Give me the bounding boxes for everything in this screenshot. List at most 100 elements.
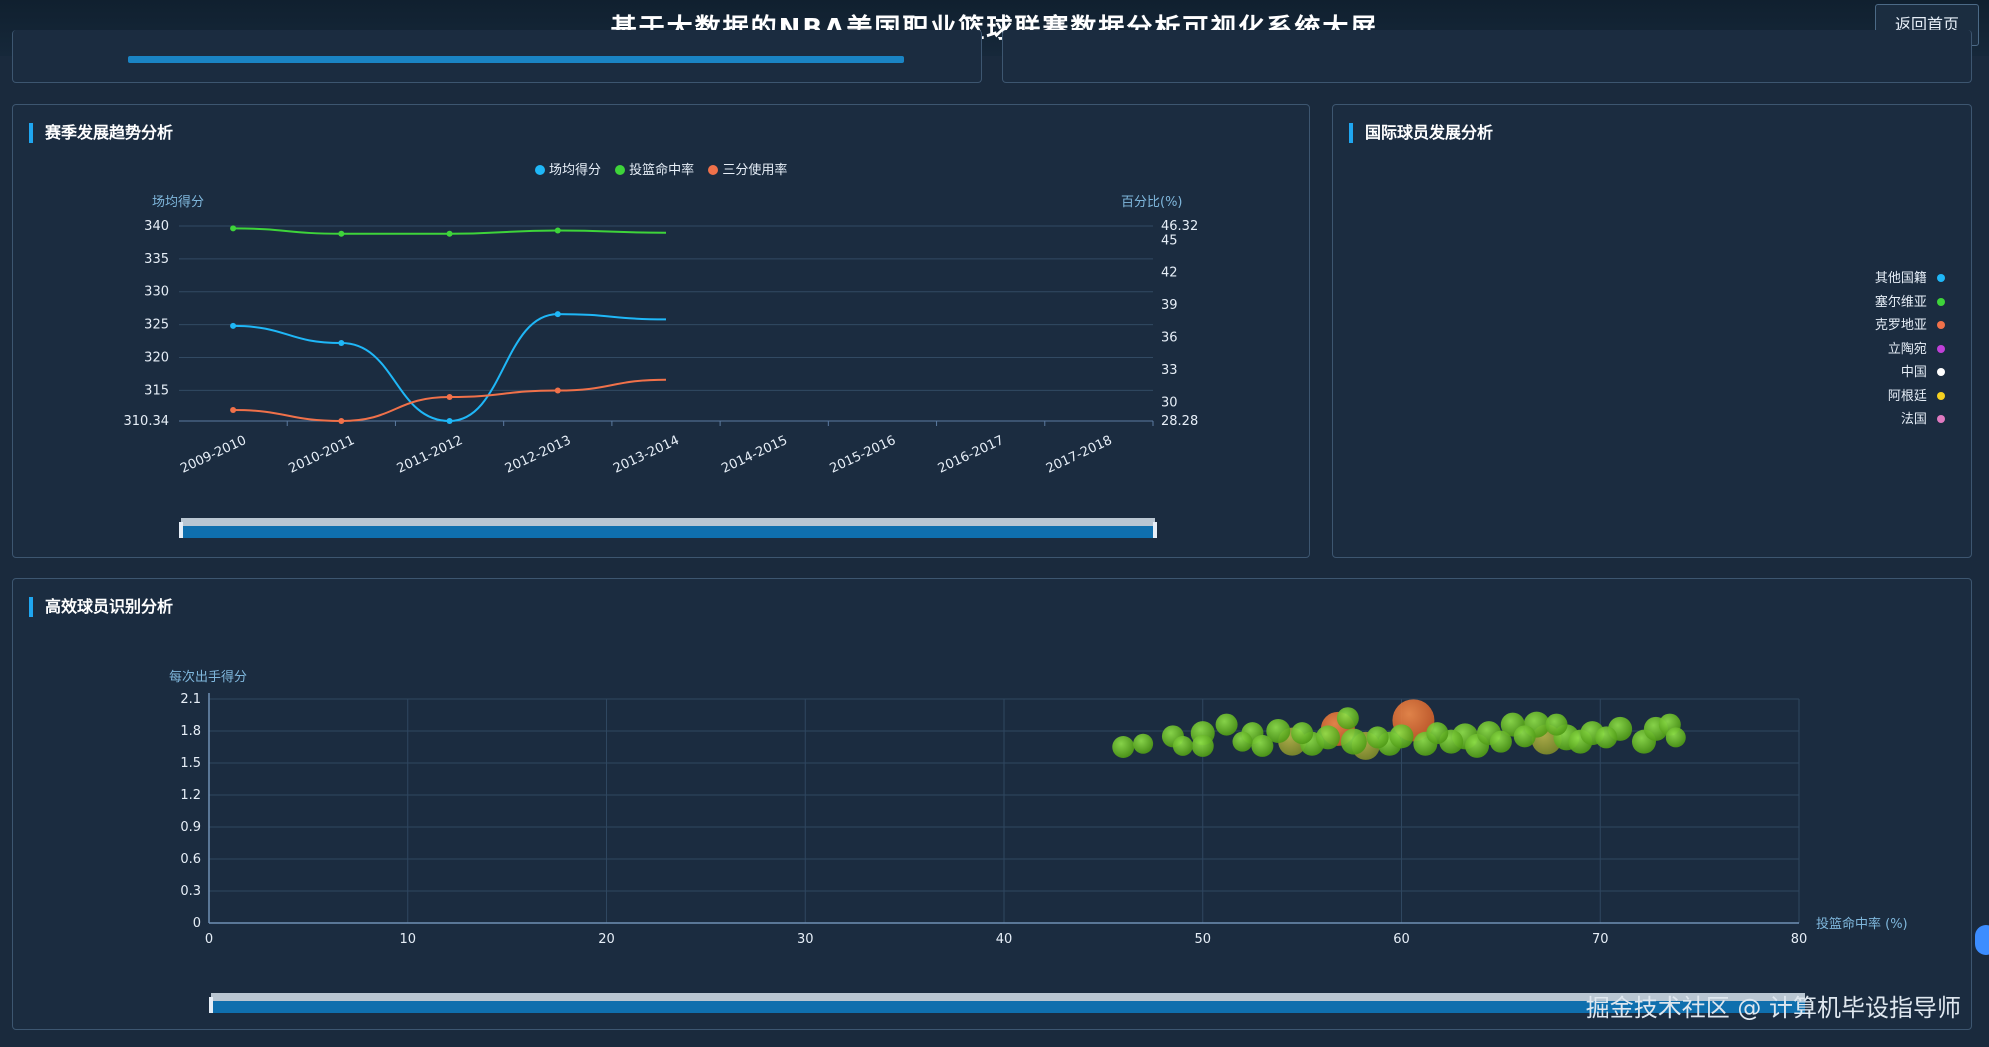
legend-item-other[interactable]: 其他国籍 bbox=[1875, 267, 1945, 291]
legend-item-argentina[interactable]: 阿根廷 bbox=[1875, 385, 1945, 409]
scatter-point bbox=[1545, 713, 1568, 736]
season-trend-chart: 场均得分 百分比(%) 340 335 330 325 320 315 310.34 46.… bbox=[124, 194, 1199, 477]
scatter-point bbox=[1340, 728, 1367, 755]
legend-dot-argentina bbox=[1937, 391, 1945, 400]
trend-left-ticks: 340 335 330 325 320 315 310.34 bbox=[124, 219, 170, 429]
scatter-datazoom[interactable] bbox=[209, 993, 1805, 1015]
scatter-y-tick-label: 0.3 bbox=[180, 884, 201, 899]
scatter-point bbox=[1595, 726, 1618, 749]
international-panel: 国际球员发展分析 其他国籍 塞尔维亚 克罗地亚 立陶宛 中国 阿根廷 法国 bbox=[1332, 104, 1972, 558]
scatter-point bbox=[1215, 713, 1238, 736]
watermark: 掘金技术社区 @ 计算机毕设指导师 bbox=[1585, 994, 1961, 1022]
trend-grid bbox=[179, 225, 1153, 422]
trend-right-tick-label: 28.28 bbox=[1161, 414, 1198, 429]
trend-left-axis-name: 场均得分 bbox=[152, 194, 204, 210]
scatter-x-tick-label: 10 bbox=[399, 932, 416, 947]
trend-x-tick-label: 2012-2013 bbox=[503, 433, 574, 477]
scatter-point bbox=[1172, 735, 1193, 756]
side-scroll-handle[interactable] bbox=[1975, 925, 1989, 955]
scatter-y-tick-label: 1.2 bbox=[180, 788, 201, 803]
trend-left-tick-label: 325 bbox=[144, 318, 169, 333]
scatter-point bbox=[1251, 734, 1274, 757]
trend-left-tick-label: 335 bbox=[144, 252, 169, 267]
legend-label-france: 法国 bbox=[1900, 412, 1927, 427]
legend-dot-france bbox=[1937, 415, 1945, 423]
season-trend-panel: 赛季发展趋势分析 场均得分 投篮命中率 三分使用率 场均得分 百分比(%) 34… bbox=[12, 104, 1310, 558]
trend-left-tick-label: 340 bbox=[144, 219, 169, 234]
trend-x-tick-label: 2014-2015 bbox=[719, 433, 790, 477]
legend-label-croatia: 克罗地亚 bbox=[1874, 318, 1927, 333]
scatter-point bbox=[1133, 733, 1154, 754]
scatter-x-tick-label: 50 bbox=[1194, 932, 1211, 947]
legend-item-lithuania[interactable]: 立陶宛 bbox=[1875, 338, 1945, 362]
scatter-point bbox=[1665, 727, 1686, 748]
trend-datazoom-left-handle[interactable] bbox=[179, 522, 183, 538]
trend-x-tick-label: 2013-2014 bbox=[611, 433, 682, 477]
scatter-datazoom-left-handle[interactable] bbox=[209, 997, 213, 1013]
trend-point bbox=[338, 418, 345, 424]
trend-x-tick-label: 2016-2017 bbox=[936, 433, 1007, 477]
scatter-point bbox=[1336, 707, 1359, 730]
trend-point bbox=[230, 225, 237, 232]
scatter-point bbox=[1232, 731, 1253, 752]
scatter-point bbox=[1291, 722, 1314, 745]
trend-right-tick-label: 46.32 bbox=[1161, 219, 1198, 234]
scatter-point bbox=[1489, 730, 1512, 753]
top-panel-right bbox=[1002, 30, 1972, 83]
top-left-datazoom[interactable] bbox=[128, 56, 904, 63]
trend-x-tick-label: 2017-2018 bbox=[1044, 433, 1115, 477]
trend-point bbox=[230, 322, 237, 329]
trend-point bbox=[446, 418, 453, 424]
scatter-x-tick-label: 30 bbox=[797, 932, 814, 947]
scatter-point bbox=[1191, 734, 1214, 757]
efficient-scatter-chart: 每次出手得分 投篮命中率 (%) 0 0.3 0.6 0.9 1.2 1.5 1.8 2.1 0… bbox=[169, 669, 1908, 947]
trend-right-tick-label: 33 bbox=[1161, 363, 1178, 378]
scatter-y-tick-label: 1.8 bbox=[180, 724, 201, 739]
legend-item-serbia[interactable]: 塞尔维亚 bbox=[1875, 291, 1945, 315]
trend-line-场均得分 bbox=[233, 313, 667, 423]
scatter-y-tick-label: 0.6 bbox=[180, 852, 201, 867]
legend-label-china: 中国 bbox=[1900, 365, 1927, 380]
trend-point bbox=[554, 311, 561, 318]
trend-x-tick-label: 2009-2010 bbox=[178, 433, 249, 477]
legend-label-argentina: 阿根廷 bbox=[1887, 388, 1927, 404]
legend-item-croatia[interactable]: 克罗地亚 bbox=[1875, 314, 1945, 338]
scatter-y-tick-label: 2.1 bbox=[180, 692, 201, 707]
trend-datazoom[interactable] bbox=[179, 518, 1157, 540]
trend-point bbox=[554, 387, 561, 394]
scatter-y-tick-label: 1.5 bbox=[180, 756, 201, 771]
legend-label-serbia: 塞尔维亚 bbox=[1874, 294, 1927, 310]
legend-dot-croatia bbox=[1937, 321, 1945, 329]
trend-datazoom-track bbox=[181, 518, 1155, 526]
trend-right-tick-label: 39 bbox=[1161, 298, 1178, 313]
trend-right-tick-label: 36 bbox=[1161, 331, 1178, 346]
trend-left-tick-label: 330 bbox=[144, 285, 169, 300]
trend-point bbox=[446, 394, 453, 401]
trend-right-ticks: 46.3245 42 39 36 33 30 28.28 bbox=[1161, 219, 1198, 429]
scatter-x-axis-name: 投篮命中率 (%) bbox=[1816, 916, 1908, 932]
legend-dot-china bbox=[1937, 368, 1945, 376]
trend-datazoom-fill bbox=[181, 526, 1155, 538]
scatter-y-axis-name: 每次出手得分 bbox=[169, 669, 247, 685]
international-title: 国际球员发展分析 bbox=[1349, 123, 1493, 143]
trend-x-tick-label: 2011-2012 bbox=[395, 433, 466, 477]
scatter-point bbox=[1513, 725, 1536, 748]
trend-x-tick-label: 2015-2016 bbox=[828, 433, 899, 477]
trend-point bbox=[554, 227, 561, 234]
trend-x-tick-label: 2010-2011 bbox=[286, 433, 357, 477]
scatter-datazoom-track bbox=[211, 993, 1805, 1001]
scatter-points bbox=[1112, 699, 1686, 760]
trend-right-tick-label: 45 bbox=[1161, 233, 1178, 248]
legend-item-france[interactable]: 法国 bbox=[1875, 408, 1945, 432]
legend-label-lithuania: 立陶宛 bbox=[1887, 341, 1927, 357]
trend-datazoom-right-handle[interactable] bbox=[1153, 522, 1157, 538]
legend-item-china[interactable]: 中国 bbox=[1875, 361, 1945, 385]
legend-dot-lithuania bbox=[1937, 344, 1945, 353]
trend-right-tick-label: 30 bbox=[1161, 395, 1178, 410]
trend-point bbox=[338, 340, 345, 347]
trend-x-ticks: 2009-2010 2010-2011 2011-2012 2012-2013 2013… bbox=[178, 421, 1154, 477]
trend-point bbox=[230, 406, 237, 413]
trend-line-三分使用率 bbox=[233, 378, 667, 423]
scatter-y-tick-label: 0 bbox=[193, 916, 201, 931]
top-panel-left bbox=[12, 30, 982, 83]
